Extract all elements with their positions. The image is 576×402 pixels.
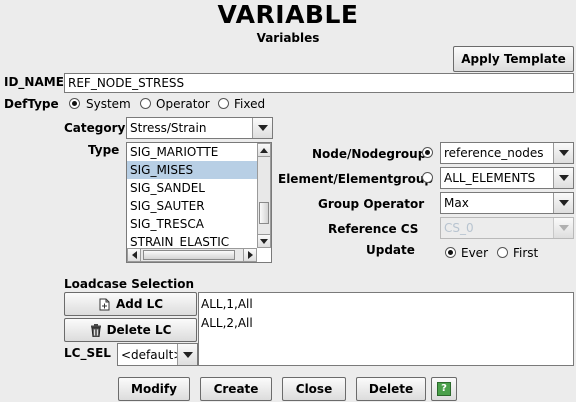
deftype-operator-radio[interactable] [140,98,151,109]
help-button[interactable]: ? [431,377,457,401]
scroll-left-icon[interactable] [127,248,141,262]
deftype-label: DefType [4,97,59,111]
help-icon: ? [437,382,451,396]
reference-cs-value: CS_0 [444,221,474,235]
delete-lc-button[interactable]: Delete LC [64,318,197,342]
chevron-down-icon[interactable] [553,168,573,188]
add-document-icon [99,298,110,310]
update-ever-label: Ever [461,246,488,260]
type-label: Type [88,143,120,157]
lc-sel-label: LC_SEL [64,346,111,360]
lc-sel-value: <default> [121,347,184,362]
close-label: Close [295,382,333,396]
deftype-fixed-radio[interactable] [218,98,229,109]
element-group-select[interactable]: ALL_ELEMENTS [440,167,574,189]
update-first-label: First [513,246,539,260]
delete-label: Delete [368,382,414,396]
scroll-thumb-horizontal[interactable] [143,250,235,260]
loadcase-section-title: Loadcase Selection [64,277,195,291]
scroll-down-icon[interactable] [257,234,271,248]
group-operator-value: Max [444,196,469,210]
element-group-value: ALL_ELEMENTS [444,171,536,185]
deftype-system-radio[interactable] [69,98,80,109]
type-listbox[interactable]: SIG_MARIOTTE SIG_MISES SIG_SANDEL SIG_SAUTE… [126,142,272,263]
type-list-item[interactable]: SIG_TRESCA [127,215,257,233]
loadcase-line: ALL,2,All [201,316,253,330]
deftype-system-label: System [86,97,131,111]
chevron-down-icon [553,218,573,238]
scroll-up-icon[interactable] [257,143,271,157]
loadcase-list[interactable]: ALL,1,All ALL,2,All [198,292,574,366]
node-nodegroup-label: Node/Nodegroup [312,147,427,161]
group-operator-label: Group Operator [318,197,425,211]
type-list-item[interactable]: SIG_MARIOTTE [127,143,257,161]
delete-lc-label: Delete LC [106,323,172,337]
apply-template-button[interactable]: Apply Template [453,46,574,72]
lc-sel-select[interactable]: <default> [117,343,198,366]
chevron-down-icon[interactable] [177,344,197,365]
node-nodegroup-value: reference_nodes [444,146,544,160]
scroll-right-icon[interactable] [243,248,257,262]
update-label: Update [366,243,415,257]
id-name-field[interactable]: REF_NODE_STRESS [64,73,574,93]
reference-cs-label: Reference CS [328,222,419,236]
trash-icon [90,323,101,337]
group-operator-select[interactable]: Max [440,192,574,214]
loadcase-line: ALL,1,All [201,297,253,311]
category-select[interactable]: Stress/Strain [126,117,273,139]
add-lc-label: Add LC [115,297,164,311]
node-nodegroup-radio[interactable] [422,147,433,158]
page-title: VARIABLE [217,0,359,29]
apply-template-label: Apply Template [461,52,566,66]
id-name-value: REF_NODE_STRESS [68,76,185,90]
chevron-down-icon[interactable] [252,118,272,138]
category-label: Category [64,121,126,135]
type-horizontal-scrollbar[interactable] [127,248,257,262]
create-label: Create [213,382,259,396]
modify-label: Modify [131,382,177,396]
scroll-thumb[interactable] [259,202,269,224]
type-list-item[interactable]: SIG_MISES [127,161,257,179]
node-nodegroup-select[interactable]: reference_nodes [440,142,574,164]
type-list-item[interactable]: SIG_SANDEL [127,179,257,197]
modify-button[interactable]: Modify [118,377,190,401]
chevron-down-icon[interactable] [553,143,573,163]
element-group-radio[interactable] [422,172,433,183]
reference-cs-select[interactable]: CS_0 [440,217,574,239]
deftype-fixed-label: Fixed [234,97,266,111]
page-subtitle: Variables [256,31,320,45]
category-value: Stress/Strain [130,121,207,135]
id-name-label: ID_NAME [4,75,64,89]
element-group-label: Element/Elementgroup [278,172,434,186]
update-ever-radio[interactable] [445,247,456,258]
chevron-down-icon[interactable] [553,193,573,213]
create-button[interactable]: Create [200,377,272,401]
type-list-item[interactable]: SIG_SAUTER [127,197,257,215]
delete-button[interactable]: Delete [356,377,426,401]
update-first-radio[interactable] [497,247,508,258]
type-vertical-scrollbar[interactable] [257,143,271,248]
deftype-operator-label: Operator [156,97,210,111]
close-button[interactable]: Close [282,377,346,401]
add-lc-button[interactable]: Add LC [64,292,197,316]
